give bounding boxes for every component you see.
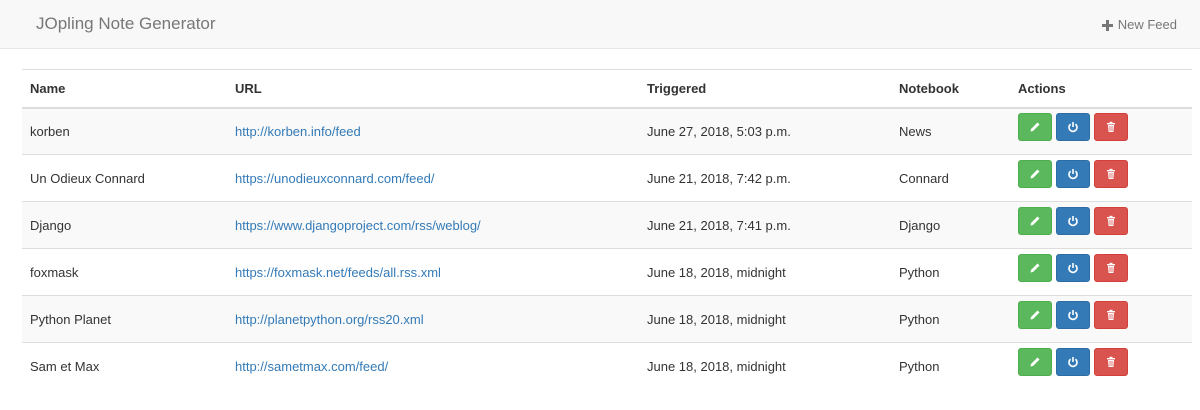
feed-notebook: Python (891, 342, 1010, 390)
navbar: JOpling Note Generator New Feed (0, 0, 1200, 49)
trash-icon (1105, 356, 1117, 368)
action-buttons (1018, 348, 1184, 377)
power-icon (1067, 262, 1079, 274)
feed-url-link[interactable]: http://planetpython.org/rss20.xml (235, 312, 424, 327)
feed-url-link[interactable]: https://foxmask.net/feeds/all.rss.xml (235, 265, 441, 280)
delete-button[interactable] (1094, 301, 1128, 329)
feed-url-cell: http://sametmax.com/feed/ (227, 342, 639, 390)
power-icon (1067, 121, 1079, 133)
feeds-table-container: Name URL Triggered Notebook Actions korb… (22, 69, 1192, 390)
edit-button[interactable] (1018, 207, 1052, 235)
new-feed-link[interactable]: New Feed (1101, 17, 1177, 32)
table-row: korben http://korben.info/feed June 27, … (22, 107, 1192, 155)
toggle-button[interactable] (1056, 207, 1090, 235)
feed-url-cell: https://unodieuxconnard.com/feed/ (227, 154, 639, 202)
feed-url-cell: http://korben.info/feed (227, 107, 639, 155)
feed-notebook: News (891, 107, 1010, 155)
edit-button[interactable] (1018, 113, 1052, 142)
pencil-icon (1029, 262, 1041, 274)
feed-triggered: June 27, 2018, 5:03 p.m. (639, 107, 891, 155)
feed-url-cell: https://www.djangoproject.com/rss/weblog… (227, 201, 639, 249)
toggle-button[interactable] (1056, 348, 1090, 377)
feed-notebook: Python (891, 248, 1010, 296)
feeds-table: Name URL Triggered Notebook Actions korb… (22, 69, 1192, 390)
power-icon (1067, 215, 1079, 227)
delete-button[interactable] (1094, 254, 1128, 282)
feed-triggered: June 18, 2018, midnight (639, 248, 891, 296)
feed-actions (1010, 107, 1192, 155)
table-row: Un Odieux Connard https://unodieuxconnar… (22, 154, 1192, 202)
action-buttons (1018, 207, 1184, 235)
feed-name: foxmask (22, 248, 227, 296)
action-buttons (1018, 160, 1184, 188)
toggle-button[interactable] (1056, 254, 1090, 282)
delete-button[interactable] (1094, 160, 1128, 188)
toggle-button[interactable] (1056, 301, 1090, 329)
edit-button[interactable] (1018, 301, 1052, 329)
table-row: foxmask https://foxmask.net/feeds/all.rs… (22, 248, 1192, 296)
feed-actions (1010, 295, 1192, 343)
edit-button[interactable] (1018, 254, 1052, 282)
delete-button[interactable] (1094, 113, 1128, 142)
pencil-icon (1029, 168, 1041, 180)
toggle-button[interactable] (1056, 113, 1090, 142)
feed-url-cell: https://foxmask.net/feeds/all.rss.xml (227, 248, 639, 296)
feed-name: Python Planet (22, 295, 227, 343)
table-header-row: Name URL Triggered Notebook Actions (22, 69, 1192, 109)
feed-notebook: Connard (891, 154, 1010, 202)
feed-name: korben (22, 107, 227, 155)
header-name: Name (22, 69, 227, 109)
delete-button[interactable] (1094, 207, 1128, 235)
header-actions: Actions (1010, 69, 1192, 109)
header-notebook: Notebook (891, 69, 1010, 109)
feed-url-link[interactable]: http://korben.info/feed (235, 124, 361, 139)
table-row: Sam et Max http://sametmax.com/feed/ Jun… (22, 342, 1192, 390)
feed-url-link[interactable]: https://www.djangoproject.com/rss/weblog… (235, 218, 481, 233)
feed-url-link[interactable]: https://unodieuxconnard.com/feed/ (235, 171, 434, 186)
feed-actions (1010, 201, 1192, 249)
feeds-table-body: korben http://korben.info/feed June 27, … (22, 107, 1192, 390)
trash-icon (1105, 168, 1117, 180)
new-feed-label: New Feed (1117, 17, 1177, 32)
feed-notebook: Django (891, 201, 1010, 249)
trash-icon (1105, 309, 1117, 321)
action-buttons (1018, 254, 1184, 282)
feed-actions (1010, 342, 1192, 390)
feed-triggered: June 21, 2018, 7:42 p.m. (639, 154, 891, 202)
power-icon (1067, 356, 1079, 368)
feed-triggered: June 18, 2018, midnight (639, 342, 891, 390)
feed-url-link[interactable]: http://sametmax.com/feed/ (235, 359, 388, 374)
trash-icon (1105, 121, 1117, 133)
table-row: Django https://www.djangoproject.com/rss… (22, 201, 1192, 249)
plus-icon (1101, 19, 1113, 31)
power-icon (1067, 168, 1079, 180)
edit-button[interactable] (1018, 160, 1052, 188)
app-title[interactable]: JOpling Note Generator (36, 14, 216, 34)
pencil-icon (1029, 215, 1041, 227)
feed-url-cell: http://planetpython.org/rss20.xml (227, 295, 639, 343)
header-triggered: Triggered (639, 69, 891, 109)
pencil-icon (1029, 356, 1041, 368)
table-row: Python Planet http://planetpython.org/rs… (22, 295, 1192, 343)
action-buttons (1018, 301, 1184, 329)
action-buttons (1018, 113, 1184, 142)
feed-actions (1010, 154, 1192, 202)
pencil-icon (1029, 309, 1041, 321)
feed-name: Django (22, 201, 227, 249)
feed-name: Un Odieux Connard (22, 154, 227, 202)
feed-actions (1010, 248, 1192, 296)
pencil-icon (1029, 121, 1041, 133)
power-icon (1067, 309, 1079, 321)
feed-triggered: June 21, 2018, 7:41 p.m. (639, 201, 891, 249)
feed-notebook: Python (891, 295, 1010, 343)
feed-name: Sam et Max (22, 342, 227, 390)
feed-triggered: June 18, 2018, midnight (639, 295, 891, 343)
delete-button[interactable] (1094, 348, 1128, 377)
trash-icon (1105, 215, 1117, 227)
edit-button[interactable] (1018, 348, 1052, 377)
toggle-button[interactable] (1056, 160, 1090, 188)
trash-icon (1105, 262, 1117, 274)
header-url: URL (227, 69, 639, 109)
